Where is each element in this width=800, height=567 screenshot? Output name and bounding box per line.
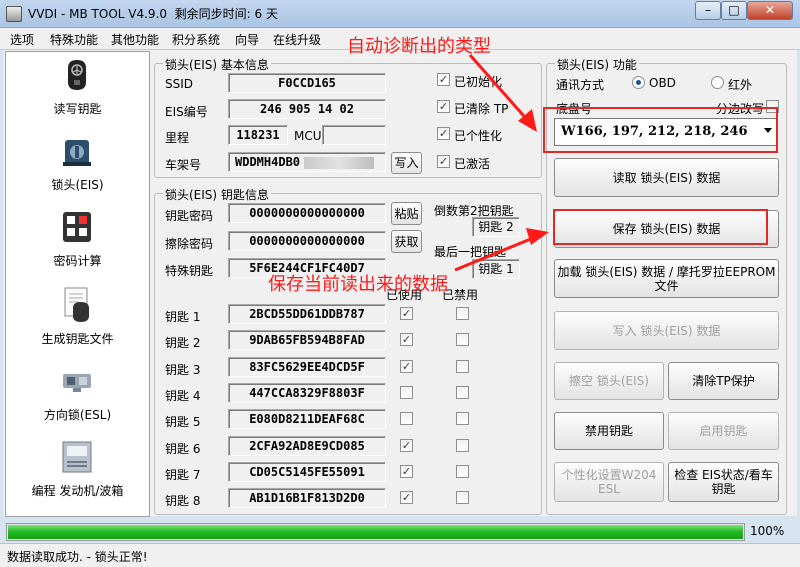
status-bar: 数据读取成功. - 锁头正常! — [0, 543, 800, 567]
progress-bar — [6, 523, 745, 541]
arrow-to-save — [454, 228, 549, 272]
progress-percent: 100% — [750, 524, 785, 538]
annotation-save-current-data: 保存当前读出来的数据 — [268, 274, 448, 295]
progress-fill — [8, 525, 743, 539]
annotation-auto-diagnosed-type: 自动诊断出的类型 — [347, 36, 491, 57]
status-text: 数据读取成功. - 锁头正常! — [7, 550, 148, 564]
arrow-to-chassis — [468, 54, 537, 132]
